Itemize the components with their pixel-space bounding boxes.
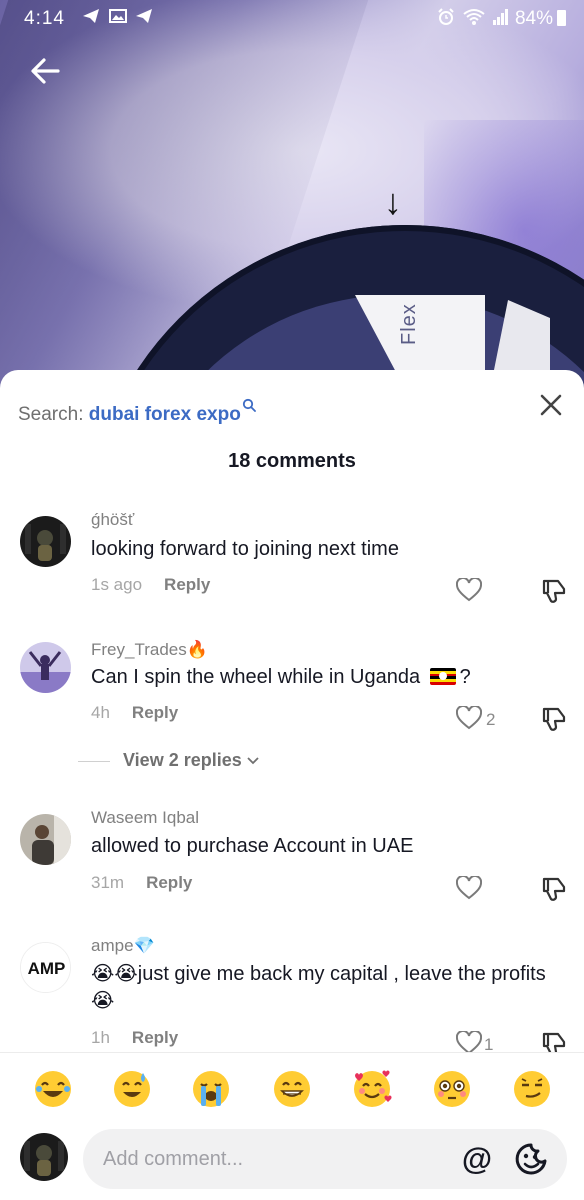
reply-button[interactable]: Reply (132, 703, 178, 722)
mention-button[interactable]: @ (459, 1141, 495, 1177)
comment-username-text: ampe (91, 936, 134, 955)
view-replies-button[interactable]: View 2 replies (78, 750, 378, 774)
emoji-flushed[interactable] (432, 1069, 472, 1109)
alarm-icon (438, 8, 454, 25)
emoji-smiling-hearts[interactable] (352, 1069, 392, 1109)
close-button[interactable] (538, 392, 564, 418)
comment-username[interactable]: Waseem Iqbal (91, 808, 199, 828)
comment-meta: 31m Reply (91, 873, 192, 893)
notification-icons (82, 8, 153, 29)
svg-text:AMP: AMP (28, 959, 66, 978)
comment-item: Waseem Iqbal allowed to purchase Account… (0, 800, 584, 920)
emoji-smirk[interactable] (512, 1069, 552, 1109)
emoji-picker-icon (515, 1143, 547, 1175)
heart-icon (455, 576, 483, 602)
like-button[interactable] (455, 874, 484, 902)
comment-time: 1h (91, 1028, 110, 1047)
video-background: Flex ↓ (0, 0, 584, 400)
gallery-icon (108, 9, 127, 23)
wifi-icon (462, 9, 485, 25)
comment-username[interactable]: ampe💎 (91, 936, 155, 956)
comment-text-tail: ? (459, 666, 471, 688)
comment-username[interactable]: ǵhöšť (91, 510, 134, 530)
heart-icon (455, 874, 483, 900)
dislike-button[interactable] (540, 705, 568, 733)
emoji-sweat-smile[interactable] (112, 1069, 152, 1109)
search-prefix: Search: (18, 404, 84, 425)
battery-indicator: 84% (515, 8, 566, 30)
avatar[interactable]: AMP (20, 942, 71, 993)
comment-time: 4h (91, 703, 110, 722)
telegram-icon (136, 9, 153, 23)
arrow-left-icon (31, 58, 60, 84)
close-icon (540, 394, 562, 416)
system-icons (437, 8, 510, 31)
comment-text: Can I spin the wheel while in Uganda ? (91, 664, 561, 691)
thumbs-down-icon (542, 579, 566, 603)
comment-composer: @ (0, 1052, 584, 1200)
search-suggestion[interactable]: Search: dubai forex expo (18, 396, 256, 426)
comment-text: looking forward to joining next time (91, 538, 399, 560)
dislike-button[interactable] (540, 577, 568, 605)
avatar[interactable] (20, 516, 71, 567)
back-button[interactable] (28, 54, 62, 88)
thumbs-down-icon (542, 877, 566, 901)
reply-button[interactable]: Reply (164, 575, 210, 594)
search-icon (242, 396, 256, 412)
emoji-tears-of-joy[interactable] (33, 1069, 73, 1109)
avatar[interactable] (20, 814, 71, 865)
comment-time: 1s ago (91, 575, 143, 594)
search-query-link[interactable]: dubai forex expo (89, 404, 241, 425)
comment-item: ǵhöšť looking forward to joining next ti… (0, 500, 584, 610)
comment-item: AMP ampe💎 😭😭just give me back my capital… (0, 930, 584, 1060)
comment-text-main: just give me back my capital , leave the… (137, 963, 546, 985)
wheel-pointer-icon: ↓ (384, 181, 402, 222)
replies-divider (78, 761, 110, 762)
comment-username-text: Frey_Trades (91, 640, 187, 659)
battery-icon (557, 10, 566, 26)
battery-percent: 84% (514, 8, 553, 29)
comment-text: 😭😭just give me back my capital , leave t… (91, 961, 561, 1015)
comment-text-main: Can I spin the wheel while in Uganda (91, 666, 421, 688)
emoji-picker-button[interactable] (514, 1141, 550, 1177)
like-button[interactable] (455, 576, 484, 604)
fire-emoji: 🔥 (186, 640, 208, 659)
thumbs-down-icon (542, 707, 566, 731)
emoji-grin[interactable] (272, 1069, 312, 1109)
dislike-button[interactable] (540, 875, 568, 903)
crying-emoji: 😭 (91, 990, 115, 1012)
status-time: 4:14 (24, 8, 65, 29)
comment-time: 31m (91, 873, 125, 892)
quick-emoji-row (0, 1069, 584, 1111)
like-count: 2 (486, 710, 496, 729)
chevron-down-icon (247, 757, 259, 765)
crying-emoji: 😭😭 (91, 963, 138, 985)
reply-button[interactable]: Reply (146, 873, 192, 892)
like-button[interactable] (455, 704, 484, 732)
comment-count: 18 comments (228, 450, 356, 472)
comment-text: allowed to purchase Account in UAE (91, 835, 414, 857)
heart-icon (455, 704, 483, 730)
uganda-flag-icon (429, 668, 456, 685)
reply-button[interactable]: Reply (132, 1028, 178, 1047)
comment-meta: 4h Reply (91, 703, 178, 723)
status-bar: 4:14 84% (0, 0, 584, 36)
prize-wheel-label: Flex (398, 303, 420, 345)
emoji-loudly-crying[interactable] (191, 1069, 231, 1109)
comment-meta: 1s ago Reply (91, 575, 210, 595)
gem-emoji: 💎 (133, 936, 155, 955)
comment-username[interactable]: Frey_Trades🔥 (91, 640, 208, 660)
avatar[interactable] (20, 642, 71, 693)
self-avatar (20, 1133, 68, 1181)
comment-meta: 1h Reply (91, 1028, 178, 1048)
view-replies-label: View 2 replies (123, 750, 259, 771)
telegram-icon (83, 9, 99, 23)
signal-icon (493, 9, 508, 25)
